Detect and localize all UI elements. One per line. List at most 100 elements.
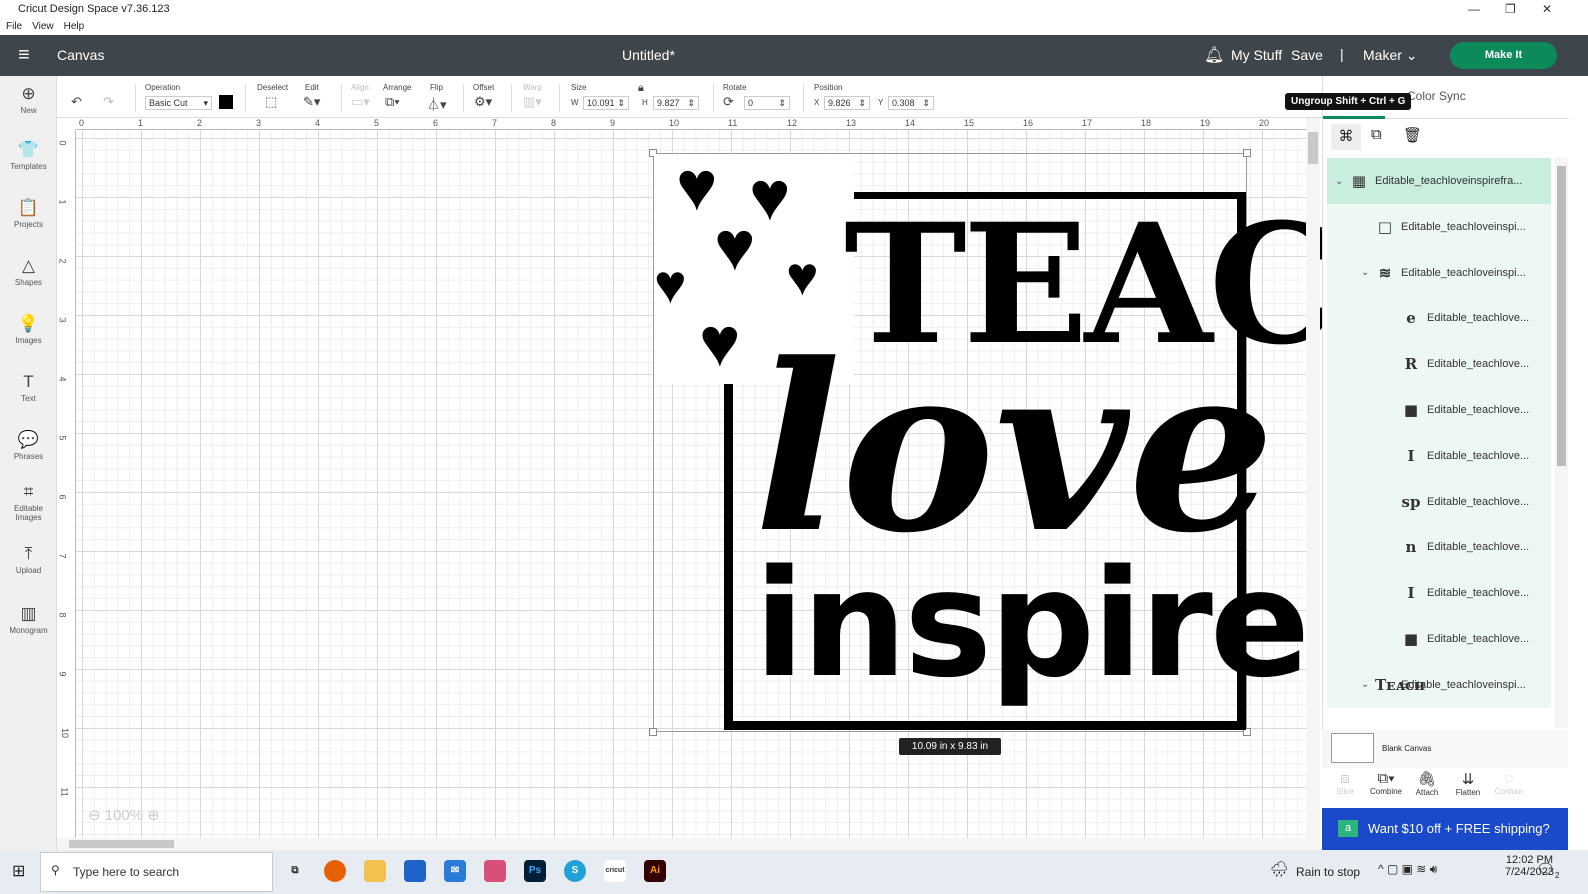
duplicate-icon[interactable]: ⧉ bbox=[1371, 126, 1382, 143]
align-icon[interactable]: ▭▾ bbox=[351, 94, 370, 110]
blank-canvas-row[interactable]: Blank Canvas bbox=[1322, 730, 1568, 768]
offset-icon[interactable]: ⚙▾ bbox=[474, 94, 492, 110]
templates-icon: 👕 bbox=[17, 140, 40, 159]
selected-design[interactable]: ♥ ♥ ♥ ♥ ♥ ♥ TEACH love inspire bbox=[649, 149, 1492, 736]
y-input[interactable]: 0.308 ⇕ bbox=[888, 96, 934, 110]
weather-text[interactable]: Rain to stop bbox=[1296, 865, 1360, 879]
menu-file[interactable]: File bbox=[6, 21, 22, 32]
delete-icon[interactable]: 🗑︎ bbox=[1403, 126, 1422, 144]
store-icon[interactable] bbox=[404, 860, 426, 882]
photoshop-icon[interactable]: Ps bbox=[524, 860, 546, 882]
resize-handle[interactable] bbox=[1243, 149, 1251, 157]
notification-icon[interactable]: 🗨︎2 bbox=[1536, 860, 1560, 880]
upload-icon: ⤒ bbox=[24, 544, 33, 563]
hamburger-menu-icon[interactable]: ≡ bbox=[18, 45, 30, 65]
chevron-down-icon[interactable]: ⌄ bbox=[1361, 679, 1375, 690]
ruler-tick-label: 9 bbox=[610, 118, 616, 128]
sidebar-item-upload[interactable]: ⤒ Upload bbox=[0, 544, 57, 575]
layer-item[interactable]: ■ Editable_teachlove... bbox=[1327, 387, 1551, 433]
file-explorer-icon[interactable] bbox=[364, 860, 386, 882]
lock-icon[interactable]: 🔒︎ bbox=[638, 82, 644, 95]
x-input[interactable]: 9.826 ⇕ bbox=[824, 96, 870, 110]
blank-canvas-swatch[interactable] bbox=[1331, 733, 1374, 763]
windows-start-icon[interactable]: ⊞ bbox=[12, 861, 25, 881]
machine-select[interactable]: Maker ⌄ bbox=[1363, 47, 1418, 64]
arrange-icon[interactable]: ⧉▾ bbox=[385, 94, 400, 110]
zoom-in-icon[interactable]: ⊕ bbox=[147, 807, 160, 824]
layer-item[interactable]: n Editable_teachlove... bbox=[1327, 524, 1551, 571]
make-it-button[interactable]: Make It bbox=[1450, 42, 1557, 69]
sidebar-item-phrases[interactable]: 💬 Phrases bbox=[0, 430, 57, 461]
sidebar-item-projects[interactable]: 📋 Projects bbox=[0, 198, 57, 229]
layer-item[interactable]: I Editable_teachlove... bbox=[1327, 570, 1551, 617]
sidebar-item-new[interactable]: ⊕ New bbox=[0, 84, 57, 115]
sidebar-item-templates[interactable]: 👕 Templates bbox=[0, 140, 57, 171]
task-view-icon[interactable]: ⧉ bbox=[284, 860, 306, 882]
illustrator-icon[interactable]: Ai bbox=[644, 860, 666, 882]
sidebar-item-images[interactable]: 💡 Images bbox=[0, 314, 57, 345]
tool-label: Combine bbox=[1369, 787, 1402, 796]
rotate-input[interactable]: 0 ⇕ bbox=[744, 96, 790, 110]
ruler-tick-label: 8 bbox=[551, 118, 557, 128]
machine-label: Maker bbox=[1363, 47, 1402, 63]
deselect-icon[interactable]: ⬚ bbox=[265, 94, 277, 110]
sidebar-item-label: Phrases bbox=[13, 452, 44, 461]
contour-button[interactable]: ◌ Contour bbox=[1489, 770, 1529, 796]
firefox-icon[interactable] bbox=[324, 860, 346, 882]
taskbar-search[interactable]: ⚲ Type here to search bbox=[40, 852, 273, 892]
redo-icon[interactable]: ↷ bbox=[103, 94, 114, 110]
promo-banner[interactable]: a Want $10 off + FREE shipping? bbox=[1322, 808, 1568, 850]
slice-button[interactable]: ⧈ Slice bbox=[1325, 770, 1365, 796]
restore-button[interactable]: ❐ bbox=[1505, 2, 1516, 16]
resize-handle[interactable] bbox=[649, 728, 657, 736]
layers-scrollbar[interactable] bbox=[1555, 158, 1568, 728]
undo-icon[interactable]: ↶ bbox=[71, 94, 82, 110]
operation-select[interactable]: Basic Cut ▾ bbox=[145, 96, 212, 110]
chevron-down-icon[interactable]: ⌄ bbox=[1361, 267, 1375, 278]
layer-item[interactable]: □ Editable_teachloveinspi... bbox=[1327, 203, 1551, 250]
layer-item[interactable]: sp Editable_teachlove... bbox=[1327, 478, 1551, 525]
sidebar-item-shapes[interactable]: △ Shapes bbox=[0, 256, 57, 287]
bell-icon[interactable]: 🔔︎ bbox=[1204, 45, 1224, 65]
app-s-icon[interactable]: S bbox=[564, 860, 586, 882]
layer-item[interactable]: ⌄ Tᴇᴀᴄʜ Editable_teachloveinspi... bbox=[1327, 661, 1551, 708]
canvas-horizontal-scrollbar[interactable] bbox=[57, 838, 1320, 850]
combine-button[interactable]: ⧉▾ Combine bbox=[1366, 770, 1406, 796]
layer-item[interactable]: ⌄ ▦ Editable_teachloveinspirefra... bbox=[1327, 158, 1551, 204]
sidebar-item-label: Monogram bbox=[9, 626, 48, 635]
sidebar-item-editable-images[interactable]: ⌗ Editable Images bbox=[0, 482, 57, 522]
edit-pencil-icon[interactable]: ✎▾ bbox=[303, 94, 320, 110]
ruler-tick-label: 12 bbox=[787, 118, 798, 128]
photos-icon[interactable] bbox=[484, 860, 506, 882]
save-button[interactable]: Save bbox=[1291, 47, 1323, 63]
chevron-down-icon[interactable]: ⌄ bbox=[1335, 176, 1349, 187]
color-swatch[interactable] bbox=[219, 95, 233, 109]
tray-chevron-icon[interactable]: ^ ▢ ▣ ≋ 🔊︎ bbox=[1378, 862, 1437, 877]
cricut-icon[interactable]: cricut bbox=[604, 860, 626, 882]
layer-item[interactable]: ■ Editable_teachlove... bbox=[1327, 616, 1551, 662]
flip-icon[interactable]: ⏃▾ bbox=[427, 94, 447, 113]
width-input[interactable]: 10.091 ⇕ bbox=[583, 96, 629, 110]
tab-color-sync[interactable]: Color Sync bbox=[1407, 89, 1466, 103]
mail-icon[interactable]: ✉ bbox=[444, 860, 466, 882]
attach-button[interactable]: 🖇︎ Attach bbox=[1407, 770, 1447, 797]
warp-icon[interactable]: ▥▾ bbox=[523, 94, 542, 110]
minimize-button[interactable]: — bbox=[1468, 2, 1480, 16]
sidebar-item-monogram[interactable]: ▥ Monogram bbox=[0, 604, 57, 635]
menu-view[interactable]: View bbox=[32, 21, 54, 32]
close-button[interactable]: ✕ bbox=[1542, 2, 1552, 16]
sidebar-item-text[interactable]: T Text bbox=[0, 372, 57, 403]
menu-help[interactable]: Help bbox=[64, 21, 85, 32]
layer-thumbnail: ■ bbox=[1403, 630, 1419, 648]
ungroup-icon[interactable]: ⌘ bbox=[1331, 124, 1361, 150]
my-stuff-link[interactable]: My Stuff bbox=[1231, 47, 1282, 63]
height-input[interactable]: 9.827 ⇕ bbox=[653, 96, 699, 110]
layer-item[interactable]: R Editable_teachlove... bbox=[1327, 341, 1551, 388]
zoom-out-icon[interactable]: ⊖ bbox=[88, 807, 101, 824]
canvas-vertical-scrollbar[interactable] bbox=[1306, 118, 1320, 840]
layer-item[interactable]: e Editable_teachlove... bbox=[1327, 295, 1551, 342]
layer-item[interactable]: I Editable_teachlove... bbox=[1327, 432, 1551, 479]
app-header: ≡ Canvas Untitled* 🔔︎ My Stuff Save | Ma… bbox=[0, 35, 1588, 76]
layer-item[interactable]: ⌄ ≋ Editable_teachloveinspi... bbox=[1327, 249, 1551, 296]
flatten-button[interactable]: ⇊ Flatten bbox=[1448, 770, 1488, 797]
